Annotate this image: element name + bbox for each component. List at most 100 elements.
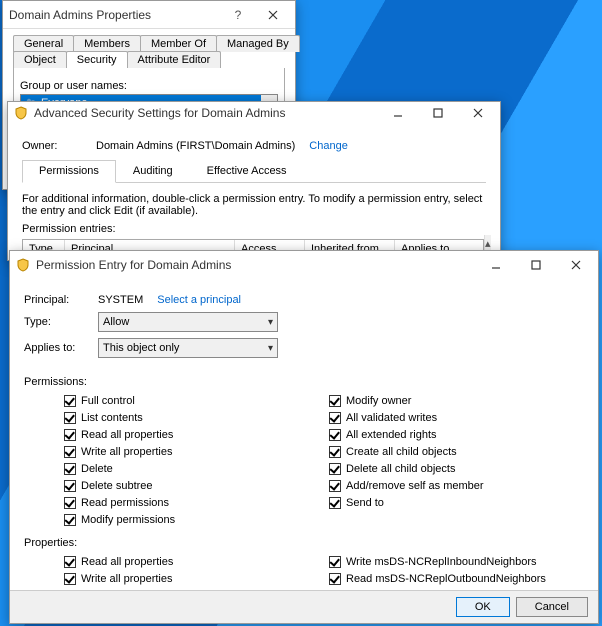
tabs-row-2: ObjectSecurityAttribute Editor — [13, 51, 285, 68]
checkbox[interactable] — [329, 573, 341, 585]
titlebar-permission-entry[interactable]: Permission Entry for Domain Admins — [10, 251, 598, 278]
scroll-up-icon[interactable]: ▴ — [485, 235, 491, 251]
checkbox[interactable] — [64, 497, 76, 509]
applies-to-combo-value: This object only — [103, 342, 179, 354]
window-permission-entry: Permission Entry for Domain Admins Princ… — [9, 250, 599, 624]
titlebar-advanced[interactable]: Advanced Security Settings for Domain Ad… — [8, 102, 500, 124]
permission-item[interactable]: Read permissions — [64, 495, 319, 511]
principal-value: SYSTEM — [98, 294, 143, 306]
permission-entries-label: Permission entries: — [22, 223, 486, 235]
type-label: Type: — [24, 316, 84, 328]
help-icon[interactable]: ? — [223, 8, 253, 22]
permission-item[interactable]: Delete all child objects — [329, 461, 584, 477]
checkbox-label: Full control — [81, 395, 135, 407]
tab-effective-access[interactable]: Effective Access — [190, 160, 304, 182]
maximize-icon[interactable] — [418, 102, 458, 124]
property-item[interactable]: Write all properties — [64, 571, 319, 587]
chevron-down-icon: ▾ — [268, 343, 273, 354]
permission-item[interactable]: All extended rights — [329, 427, 584, 443]
checkbox[interactable] — [64, 446, 76, 458]
permission-item[interactable]: Modify permissions — [64, 512, 319, 528]
tab-attribute-editor[interactable]: Attribute Editor — [127, 51, 222, 68]
checkbox[interactable] — [329, 556, 341, 568]
checkbox[interactable] — [64, 429, 76, 441]
ok-button[interactable]: OK — [456, 597, 510, 617]
principal-label: Principal: — [24, 294, 84, 306]
tab-members[interactable]: Members — [73, 35, 141, 52]
checkbox[interactable] — [329, 429, 341, 441]
tabs-row-1: GeneralMembersMember OfManaged By — [13, 35, 285, 52]
group-or-user-names-label: Group or user names: — [20, 80, 278, 92]
tab-general[interactable]: General — [13, 35, 74, 52]
owner-label: Owner: — [22, 140, 82, 152]
checkbox[interactable] — [329, 412, 341, 424]
checkbox-label: Delete all child objects — [346, 463, 455, 475]
select-principal-link[interactable]: Select a principal — [157, 294, 241, 306]
permission-item[interactable]: Create all child objects — [329, 444, 584, 460]
checkbox-label: Write all properties — [81, 446, 173, 458]
tab-auditing[interactable]: Auditing — [116, 160, 190, 182]
permission-item[interactable]: Full control — [64, 393, 319, 409]
property-item[interactable]: Read all properties — [64, 554, 319, 570]
checkbox[interactable] — [64, 395, 76, 407]
checkbox-label: Read msDS-NCReplOutboundNeighbors — [346, 573, 546, 585]
checkbox-label: Modify permissions — [81, 514, 175, 526]
checkbox[interactable] — [329, 463, 341, 475]
tab-object[interactable]: Object — [13, 51, 67, 68]
checkbox[interactable] — [329, 480, 341, 492]
checkbox-label: Create all child objects — [346, 446, 457, 458]
type-combo[interactable]: Allow ▾ — [98, 312, 278, 332]
permission-item[interactable]: Add/remove self as member — [329, 478, 584, 494]
checkbox[interactable] — [64, 480, 76, 492]
change-owner-link[interactable]: Change — [309, 140, 348, 152]
shield-icon — [16, 258, 30, 272]
owner-value: Domain Admins (FIRST\Domain Admins) — [96, 140, 295, 152]
dialog-button-bar: OK Cancel — [10, 590, 598, 623]
permission-item[interactable]: Write all properties — [64, 444, 319, 460]
checkbox[interactable] — [64, 412, 76, 424]
permission-item[interactable]: All validated writes — [329, 410, 584, 426]
applies-to-label: Applies to: — [24, 342, 84, 354]
checkbox[interactable] — [329, 446, 341, 458]
permission-item[interactable]: Read all properties — [64, 427, 319, 443]
chevron-down-icon: ▾ — [268, 317, 273, 328]
close-icon[interactable] — [458, 102, 498, 124]
permission-item[interactable]: List contents — [64, 410, 319, 426]
minimize-icon[interactable] — [476, 254, 516, 276]
checkbox-label: Read permissions — [81, 497, 169, 509]
applies-to-combo[interactable]: This object only ▾ — [98, 338, 278, 358]
info-text: For additional information, double-click… — [22, 193, 486, 217]
checkbox[interactable] — [64, 463, 76, 475]
security-tabs: PermissionsAuditingEffective Access — [22, 160, 486, 183]
checkbox[interactable] — [329, 395, 341, 407]
checkbox[interactable] — [64, 556, 76, 568]
close-icon[interactable] — [556, 254, 596, 276]
permission-item[interactable]: Modify owner — [329, 393, 584, 409]
cancel-button[interactable]: Cancel — [516, 597, 588, 617]
permission-item[interactable]: Delete subtree — [64, 478, 319, 494]
tab-permissions[interactable]: Permissions — [22, 160, 116, 183]
maximize-icon[interactable] — [516, 254, 556, 276]
permission-item[interactable]: Send to — [329, 495, 584, 511]
checkbox[interactable] — [329, 497, 341, 509]
checkbox[interactable] — [64, 514, 76, 526]
checkbox-label: List contents — [81, 412, 143, 424]
close-icon[interactable] — [253, 4, 293, 26]
checkbox[interactable] — [64, 573, 76, 585]
titlebar-properties[interactable]: Domain Admins Properties ? — [3, 1, 295, 29]
property-item[interactable]: Read msDS-NCReplOutboundNeighbors — [329, 571, 584, 587]
title-text: Permission Entry for Domain Admins — [36, 258, 476, 272]
checkbox-label: Delete subtree — [81, 480, 153, 492]
minimize-icon[interactable] — [378, 102, 418, 124]
tab-member-of[interactable]: Member Of — [140, 35, 217, 52]
tab-managed-by[interactable]: Managed By — [216, 35, 300, 52]
checkbox-label: Send to — [346, 497, 384, 509]
checkbox-label: All extended rights — [346, 429, 437, 441]
permissions-label: Permissions: — [24, 376, 584, 388]
permission-item[interactable]: Delete — [64, 461, 319, 477]
checkbox-label: Modify owner — [346, 395, 411, 407]
shield-icon — [14, 106, 28, 120]
tab-security[interactable]: Security — [66, 51, 128, 68]
checkbox-label: Delete — [81, 463, 113, 475]
property-item[interactable]: Write msDS-NCReplInboundNeighbors — [329, 554, 584, 570]
